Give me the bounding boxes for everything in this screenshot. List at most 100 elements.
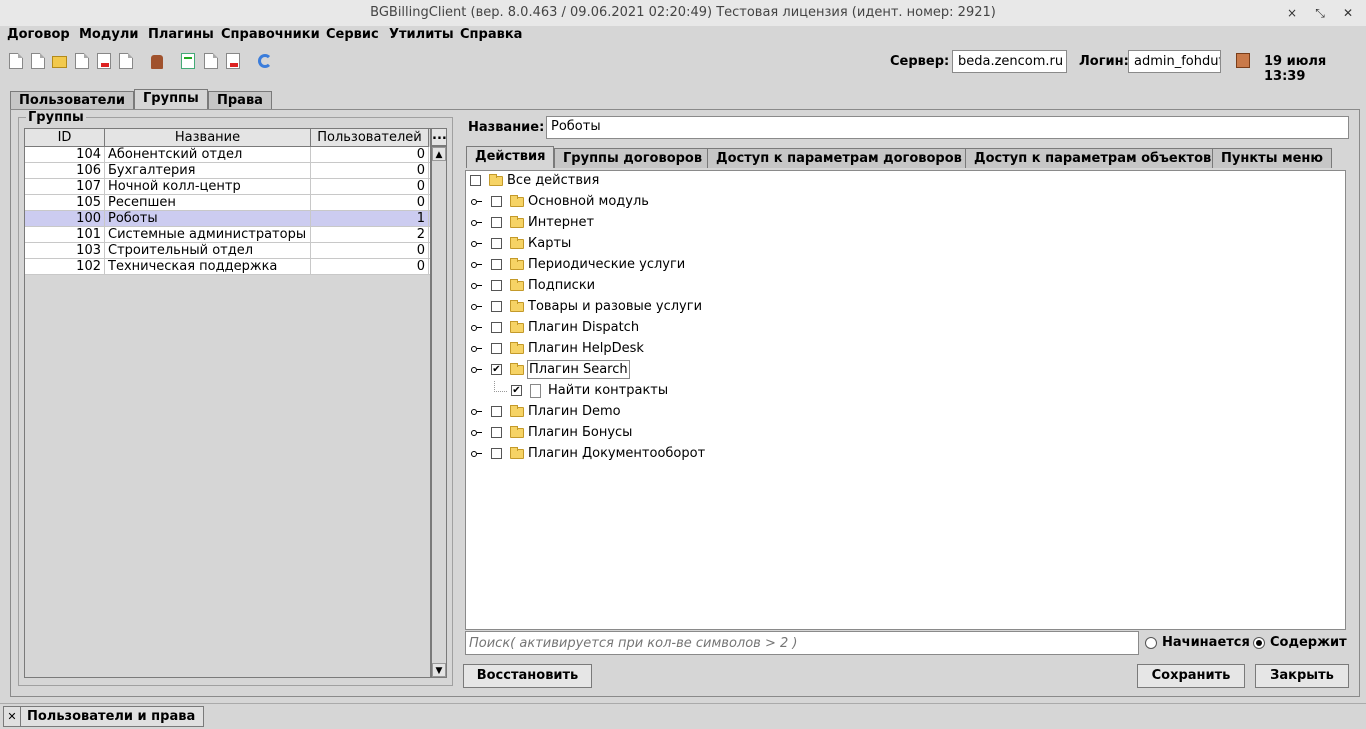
tree-checkbox[interactable] xyxy=(491,322,502,333)
menu-modules[interactable]: Модули xyxy=(79,27,138,42)
remove-window-icon[interactable] xyxy=(226,53,240,69)
table-row[interactable]: 103 Строительный отдел 0 xyxy=(25,243,430,259)
tab-groups[interactable]: Группы xyxy=(134,89,208,109)
tree-node[interactable]: Периодические услуги xyxy=(466,255,1336,275)
documents-icon[interactable] xyxy=(31,53,45,69)
tree-node[interactable]: Плагин Demo xyxy=(466,402,1336,422)
close-button[interactable]: Закрыть xyxy=(1255,664,1349,688)
expand-handle-icon[interactable] xyxy=(471,428,482,438)
tree-node[interactable]: ✔ Плагин Search xyxy=(466,360,1336,380)
tab-users[interactable]: Пользователи xyxy=(10,91,135,109)
tree-node[interactable]: Карты xyxy=(466,234,1336,254)
expand-handle-icon[interactable] xyxy=(471,281,482,291)
tree-checkbox[interactable] xyxy=(491,259,502,270)
tree-node[interactable]: Товары и разовые услуги xyxy=(466,297,1336,317)
scroll-down-arrow-icon[interactable]: ▼ xyxy=(432,663,446,677)
table-row[interactable]: 100 Роботы 1 xyxy=(25,211,430,227)
new-document-icon[interactable] xyxy=(9,53,23,69)
login-field[interactable]: admin_fohdufa xyxy=(1128,50,1221,73)
menu-service[interactable]: Сервис xyxy=(326,27,379,42)
expand-handle-icon[interactable] xyxy=(471,344,482,354)
table-row[interactable]: 106 Бухгалтерия 0 xyxy=(25,163,430,179)
copy-document-icon[interactable] xyxy=(75,53,89,69)
stamp-icon[interactable] xyxy=(151,55,163,69)
tree-checkbox[interactable]: ✔ xyxy=(511,385,522,396)
minimize-icon[interactable]: × xyxy=(1282,3,1302,23)
expand-handle-icon[interactable] xyxy=(471,239,482,249)
table-row[interactable]: 107 Ночной колл-центр 0 xyxy=(25,179,430,195)
tree-checkbox[interactable] xyxy=(491,217,502,228)
tree-checkbox[interactable] xyxy=(470,175,481,186)
menu-plugins[interactable]: Плагины xyxy=(148,27,214,42)
expand-handle-icon[interactable] xyxy=(471,365,482,375)
close-tab-icon[interactable]: ✕ xyxy=(4,707,21,727)
column-chooser-button[interactable]: ... xyxy=(431,128,447,146)
tree-checkbox[interactable] xyxy=(491,238,502,249)
edit-window-icon[interactable] xyxy=(204,53,218,69)
tree-checkbox[interactable] xyxy=(491,280,502,291)
group-name-field[interactable]: Роботы xyxy=(546,116,1349,139)
tree-node[interactable]: Плагин Dispatch xyxy=(466,318,1336,338)
tab-object-params-access[interactable]: Доступ к параметрам объектов xyxy=(965,148,1221,168)
tree-checkbox[interactable] xyxy=(491,343,502,354)
table-scrollbar[interactable]: ▲ ▼ xyxy=(431,146,447,678)
expand-handle-icon[interactable] xyxy=(471,323,482,333)
save-button[interactable]: Сохранить xyxy=(1137,664,1245,688)
tree-checkbox[interactable] xyxy=(491,427,502,438)
add-window-icon[interactable] xyxy=(181,53,195,69)
cell-id: 106 xyxy=(25,163,105,179)
table-row[interactable]: 105 Ресепшен 0 xyxy=(25,195,430,211)
tree-node-label: Основной модуль xyxy=(528,194,649,209)
table-row[interactable]: 101 Системные администраторы 2 xyxy=(25,227,430,243)
expand-handle-icon[interactable] xyxy=(471,218,482,228)
window-tab-label: Пользователи и права xyxy=(27,709,196,724)
restore-button[interactable]: Восстановить xyxy=(463,664,592,688)
refresh-icon[interactable] xyxy=(258,54,272,68)
tab-contract-params-access[interactable]: Доступ к параметрам договоров xyxy=(707,148,971,168)
maximize-icon[interactable]: ⤡ xyxy=(1310,3,1330,23)
tree-node[interactable]: Подписки xyxy=(466,276,1336,296)
tree-node[interactable]: Интернет xyxy=(466,213,1336,233)
multi-document-icon[interactable] xyxy=(119,53,133,69)
tree-node[interactable]: Плагин HelpDesk xyxy=(466,339,1336,359)
radio-starts-with[interactable] xyxy=(1145,637,1157,649)
expand-handle-icon[interactable] xyxy=(471,407,482,417)
column-header-name[interactable]: Название xyxy=(105,129,311,147)
tab-rights[interactable]: Права xyxy=(208,91,272,109)
tree-checkbox[interactable] xyxy=(491,448,502,459)
tree-checkbox[interactable]: ✔ xyxy=(491,364,502,375)
column-header-users[interactable]: Пользователей xyxy=(311,129,429,147)
tree-node[interactable]: Плагин Документооборот xyxy=(466,444,1336,464)
tree-node[interactable]: Все действия xyxy=(466,171,1336,191)
menu-contract[interactable]: Договор xyxy=(7,27,70,42)
calendar-icon[interactable] xyxy=(1236,53,1250,68)
open-folder-icon[interactable] xyxy=(52,56,67,68)
tree-search-input[interactable] xyxy=(465,631,1139,655)
tree-checkbox[interactable] xyxy=(491,301,502,312)
expand-handle-icon[interactable] xyxy=(471,197,482,207)
tab-menu-items[interactable]: Пункты меню xyxy=(1212,148,1333,168)
tree-checkbox[interactable] xyxy=(491,196,502,207)
expand-handle-icon[interactable] xyxy=(471,260,482,270)
table-row[interactable]: 104 Абонентский отдел 0 xyxy=(25,147,430,163)
server-field[interactable]: beda.zencom.ru xyxy=(952,50,1067,73)
tab-actions[interactable]: Действия xyxy=(466,146,555,168)
expand-handle-icon[interactable] xyxy=(471,449,482,459)
tree-node[interactable]: Плагин Бонусы xyxy=(466,423,1336,443)
menu-help[interactable]: Справка xyxy=(460,27,522,42)
cell-name: Ресепшен xyxy=(105,195,311,211)
menu-directories[interactable]: Справочники xyxy=(221,27,320,42)
column-header-id[interactable]: ID xyxy=(25,129,105,147)
tree-checkbox[interactable] xyxy=(491,406,502,417)
menu-utilities[interactable]: Утилиты xyxy=(389,27,454,42)
tree-node[interactable]: ✔ Найти контракты xyxy=(466,381,1336,401)
radio-contains[interactable] xyxy=(1253,637,1265,649)
tree-node[interactable]: Основной модуль xyxy=(466,192,1336,212)
expand-handle-icon[interactable] xyxy=(471,302,482,312)
window-tab-users-rights[interactable]: ✕ Пользователи и права xyxy=(3,706,205,727)
close-window-icon[interactable]: ✕ xyxy=(1338,3,1358,23)
scroll-up-arrow-icon[interactable]: ▲ xyxy=(432,147,446,161)
delete-document-icon[interactable] xyxy=(97,53,111,69)
table-row[interactable]: 102 Техническая поддержка 0 xyxy=(25,259,430,275)
tab-contract-groups[interactable]: Группы договоров xyxy=(554,148,712,168)
